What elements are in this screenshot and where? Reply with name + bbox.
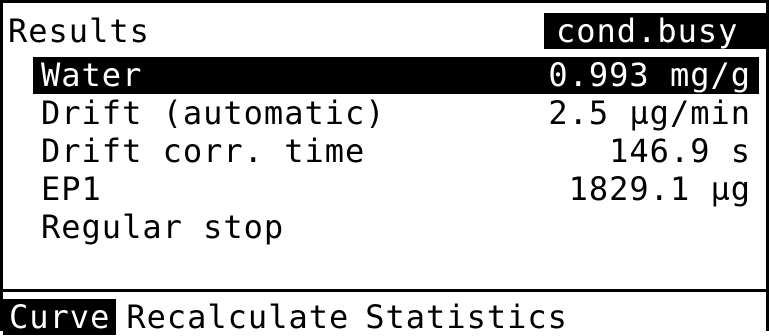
- statistics-softkey[interactable]: Statistics: [359, 299, 574, 335]
- instrument-display: Results cond.busy Water 0.993 mg/g Drift…: [0, 0, 769, 335]
- softkey-bar: Curve Recalculate Statistics: [3, 299, 766, 335]
- result-row-ep1[interactable]: EP1 1829.1 µg: [33, 171, 759, 208]
- result-row-drift-corr-time[interactable]: Drift corr. time 146.9 s: [33, 133, 759, 170]
- result-value: 1829.1 µg: [568, 170, 751, 208]
- status-indicator: cond.busy: [544, 13, 768, 49]
- page-title: Results: [8, 12, 150, 50]
- result-label: Drift corr. time: [41, 132, 366, 170]
- result-label: Regular stop: [41, 208, 285, 246]
- result-label: Water: [41, 56, 143, 94]
- result-label: Drift (automatic): [41, 94, 386, 132]
- title-bar: Results cond.busy: [8, 13, 768, 49]
- result-value: 146.9 s: [609, 132, 751, 170]
- recalculate-softkey[interactable]: Recalculate: [120, 299, 355, 335]
- result-row-stop-reason[interactable]: Regular stop: [33, 209, 759, 246]
- result-row-drift[interactable]: Drift (automatic) 2.5 µg/min: [33, 95, 759, 132]
- curve-softkey[interactable]: Curve: [3, 299, 117, 335]
- softkey-divider: [3, 289, 766, 292]
- result-label: EP1: [41, 170, 102, 208]
- result-value: 2.5 µg/min: [548, 94, 751, 132]
- result-value: 0.993 mg/g: [548, 56, 751, 94]
- result-row-water[interactable]: Water 0.993 mg/g: [33, 57, 759, 94]
